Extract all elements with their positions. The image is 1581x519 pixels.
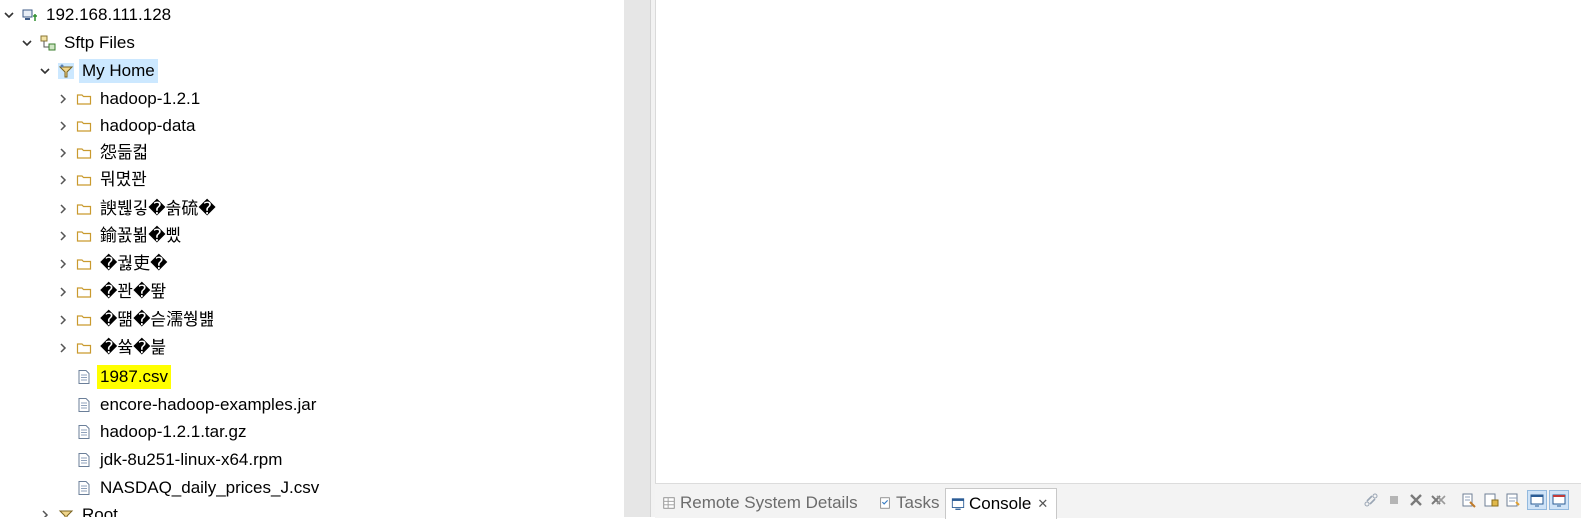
tree-folder[interactable]: �궗吏� <box>56 250 171 278</box>
folder-label: �떎�슫濡쒕뱶 <box>100 310 215 329</box>
tasks-icon <box>877 495 893 511</box>
chevron-right-icon[interactable] <box>56 173 70 187</box>
tree-folder[interactable]: �쓬�븙 <box>56 334 169 362</box>
tab-label: Remote System Details <box>680 493 858 512</box>
tree-folder[interactable]: �떎�슫濡쒕뱶 <box>56 306 217 334</box>
folder-icon <box>76 145 92 161</box>
folder-label: hadoop-1.2.1 <box>100 89 201 108</box>
chevron-right-icon[interactable] <box>56 257 70 271</box>
folder-label: �꽌�뙆 <box>100 282 167 301</box>
tree-node-my-home[interactable]: My Home <box>38 57 158 85</box>
file-icon <box>76 369 92 385</box>
tab-remote-system-details[interactable]: Remote System Details <box>661 488 858 518</box>
chevron-down-icon[interactable] <box>20 36 34 50</box>
remove-all-icon[interactable] <box>1428 490 1448 510</box>
tree-folder[interactable]: 뭐몄꽌 <box>56 166 150 194</box>
folder-icon <box>76 91 92 107</box>
tree-folder[interactable]: �꽌�뙆 <box>56 278 169 306</box>
folder-icon <box>76 201 92 217</box>
chevron-right-icon[interactable] <box>56 341 70 355</box>
tree-folder[interactable]: 鍮꾨뵒�삤 <box>56 222 184 250</box>
tree-node-connection[interactable]: 192.168.111.128 <box>2 1 174 29</box>
chevron-right-icon[interactable] <box>56 313 70 327</box>
chevron-right-icon[interactable] <box>56 119 70 133</box>
editor-area <box>655 0 1581 483</box>
tab-console[interactable]: Console ✕ <box>945 488 1058 519</box>
folder-icon <box>76 340 92 356</box>
root-filter-icon <box>58 507 74 517</box>
home-filter-icon <box>58 63 74 79</box>
my-home-label: My Home <box>79 59 158 83</box>
tree-folder[interactable]: 諛붾깋�솕硫� <box>56 195 219 223</box>
tree-folder[interactable]: hadoop-data <box>56 112 198 140</box>
tree-file[interactable]: hadoop-1.2.1.tar.gz <box>56 418 250 446</box>
pin-console-icon[interactable] <box>1527 490 1547 510</box>
link-icon[interactable] <box>1361 490 1381 510</box>
table-view-icon <box>661 495 677 511</box>
host-connection-icon <box>22 7 38 23</box>
remove-launch-icon[interactable] <box>1406 490 1426 510</box>
close-icon[interactable]: ✕ <box>1037 496 1048 512</box>
folder-label: 諛붾깋�솕硫� <box>100 199 216 218</box>
folder-icon <box>76 312 92 328</box>
folder-label: 怨듦컯 <box>100 143 149 162</box>
root-label: Root <box>82 505 118 517</box>
chevron-down-icon[interactable] <box>2 8 16 22</box>
panel-splitter[interactable] <box>624 0 650 517</box>
chevron-right-icon[interactable] <box>38 508 52 517</box>
tree-folder[interactable]: 怨듦컯 <box>56 139 151 167</box>
folder-label: 鍮꾨뵒�삤 <box>100 226 182 245</box>
folder-icon <box>76 284 92 300</box>
tree-file[interactable]: jdk-8u251-linux-x64.rpm <box>56 446 285 474</box>
scroll-lock-icon[interactable] <box>1481 490 1501 510</box>
tab-label: Tasks <box>896 493 940 512</box>
file-icon <box>76 424 92 440</box>
folder-label: hadoop-data <box>100 116 196 135</box>
tab-tasks[interactable]: Tasks <box>877 488 939 518</box>
sftp-subsystem-icon <box>40 35 56 51</box>
remote-systems-tree: 192.168.111.128 Sftp Files My Home hadoo… <box>0 0 624 517</box>
tree-file[interactable]: NASDAQ_daily_prices_J.csv <box>56 474 322 502</box>
file-label: hadoop-1.2.1.tar.gz <box>100 422 247 441</box>
chevron-right-icon[interactable] <box>56 92 70 106</box>
tree-file[interactable]: 1987.csv <box>56 363 172 391</box>
chevron-right-icon[interactable] <box>56 229 70 243</box>
tree-folder[interactable]: hadoop-1.2.1 <box>56 85 203 113</box>
display-selected-console-icon[interactable] <box>1549 490 1569 510</box>
chevron-right-icon[interactable] <box>56 285 70 299</box>
folder-icon <box>76 256 92 272</box>
file-label-highlighted: 1987.csv <box>97 365 172 389</box>
file-label: jdk-8u251-linux-x64.rpm <box>100 450 283 469</box>
file-label: encore-hadoop-examples.jar <box>100 395 317 414</box>
chevron-down-icon[interactable] <box>38 64 52 78</box>
terminate-icon[interactable] <box>1384 490 1404 510</box>
file-label: NASDAQ_daily_prices_J.csv <box>100 478 320 497</box>
folder-icon <box>76 118 92 134</box>
connection-label: 192.168.111.128 <box>46 5 172 24</box>
folder-icon <box>76 172 92 188</box>
file-icon <box>76 480 92 496</box>
chevron-right-icon[interactable] <box>56 202 70 216</box>
folder-label: 뭐몄꽌 <box>100 170 147 189</box>
word-wrap-icon[interactable] <box>1503 490 1523 510</box>
console-icon <box>950 496 966 512</box>
sftp-files-label: Sftp Files <box>64 33 135 52</box>
file-icon <box>76 452 92 468</box>
file-icon <box>76 397 92 413</box>
folder-label: �궗吏� <box>100 254 168 273</box>
folder-icon <box>76 228 92 244</box>
tab-label: Console <box>969 494 1032 513</box>
tree-node-sftp-files[interactable]: Sftp Files <box>20 29 138 57</box>
clear-console-icon[interactable] <box>1459 490 1479 510</box>
chevron-right-icon[interactable] <box>56 146 70 160</box>
folder-label: �쓬�븙 <box>100 338 167 357</box>
tree-file[interactable]: encore-hadoop-examples.jar <box>56 391 319 419</box>
tree-node-root[interactable]: Root <box>38 501 121 517</box>
